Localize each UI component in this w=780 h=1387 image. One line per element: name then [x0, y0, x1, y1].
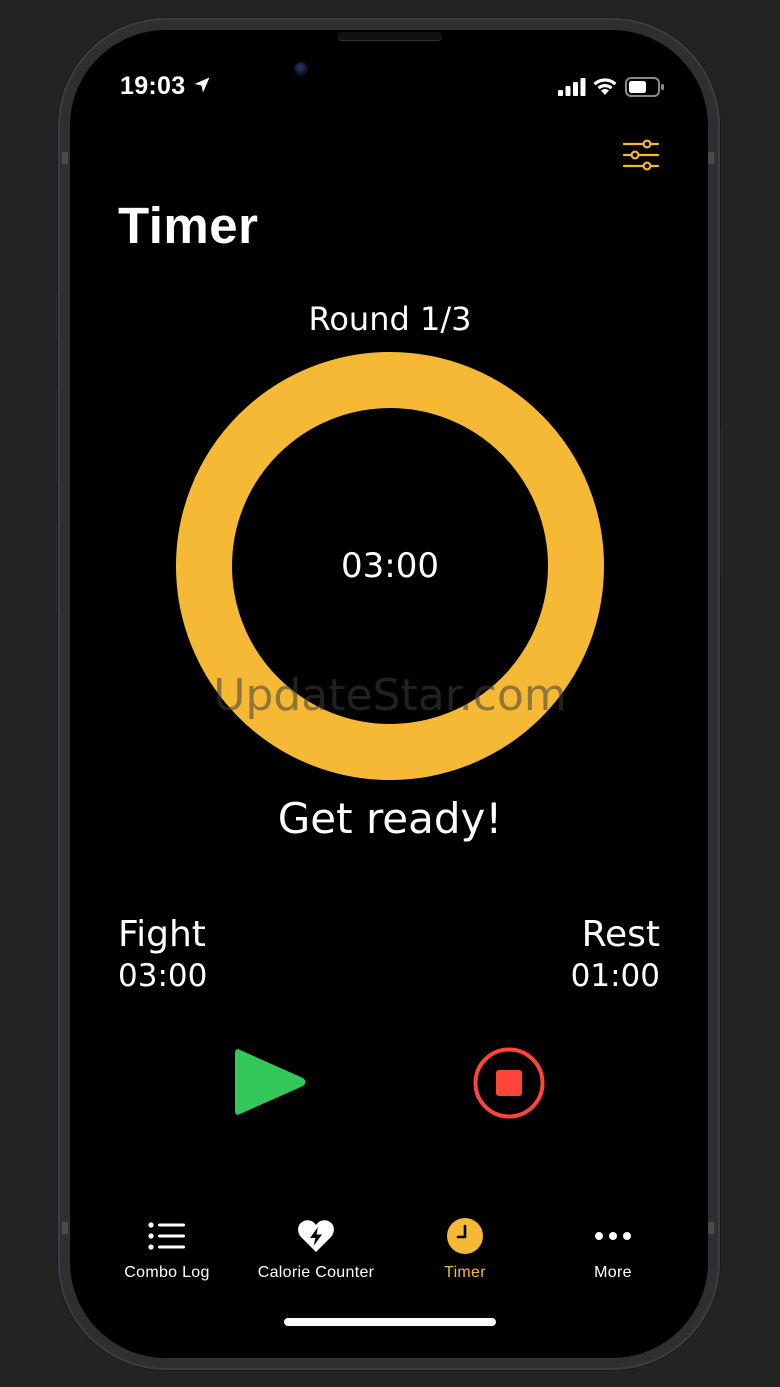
timer-countdown: 03:00: [341, 546, 439, 586]
tab-calorie-counter[interactable]: Calorie Counter: [241, 1216, 391, 1282]
antenna-band: [62, 1222, 68, 1234]
fight-label: Fight: [118, 914, 206, 955]
tab-label: Calorie Counter: [257, 1264, 375, 1281]
tab-timer[interactable]: Timer: [390, 1216, 540, 1282]
antenna-band: [62, 152, 68, 164]
play-button[interactable]: [230, 1044, 310, 1120]
page-title: Timer: [118, 197, 259, 254]
wifi-icon: [593, 78, 617, 95]
timer-status-message: Get ready!: [277, 794, 503, 843]
rest-label: Rest: [581, 914, 660, 955]
status-time: 19:03: [120, 72, 186, 100]
ellipsis-icon: [595, 1232, 631, 1240]
device-mockup: 19:03 Timer Round 1/3 03:00 UpdateStar.c…: [0, 0, 780, 1387]
sliders-settings-icon[interactable]: [622, 138, 660, 172]
rest-interval[interactable]: Rest 01:00: [571, 914, 660, 996]
fight-interval[interactable]: Fight 03:00: [118, 914, 207, 996]
tab-label: Timer: [444, 1264, 486, 1281]
list-icon: [148, 1222, 185, 1250]
front-camera: [294, 62, 308, 76]
battery-icon: [625, 77, 664, 97]
heart-bolt-icon: [298, 1220, 334, 1252]
antenna-band: [708, 1222, 714, 1234]
cellular-signal-icon: [558, 78, 586, 96]
round-label: Round 1/3: [308, 300, 472, 338]
fight-duration: 03:00: [118, 958, 208, 994]
play-icon: [235, 1049, 306, 1115]
location-arrow-icon: [194, 77, 210, 93]
tab-more[interactable]: More: [538, 1216, 688, 1282]
clock-icon: [447, 1218, 483, 1254]
home-indicator: [284, 1318, 496, 1326]
tab-combo-log[interactable]: Combo Log: [92, 1216, 242, 1282]
stop-icon: [496, 1070, 522, 1096]
tab-label: Combo Log: [124, 1264, 210, 1281]
antenna-band: [708, 152, 714, 164]
stop-button[interactable]: [472, 1046, 546, 1120]
rest-duration: 01:00: [570, 958, 660, 994]
earpiece-speaker: [338, 32, 442, 40]
tab-label: More: [594, 1264, 632, 1281]
